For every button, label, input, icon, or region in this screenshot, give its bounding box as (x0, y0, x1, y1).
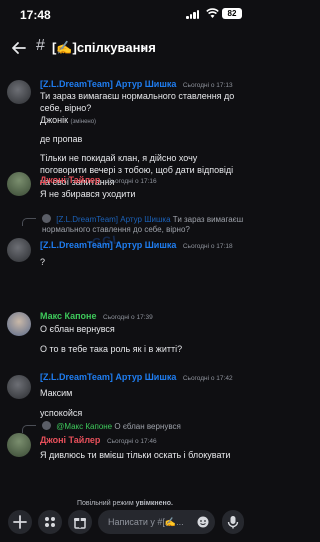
message-author[interactable]: Джоні Тайлер (40, 435, 100, 445)
reply-connector (22, 425, 36, 433)
message-line: О то в тебе така роль як і в житті? (40, 344, 183, 354)
avatar[interactable] (7, 312, 31, 336)
avatar[interactable] (7, 433, 31, 457)
reply-avatar (42, 214, 51, 223)
message-line: Максим (40, 388, 73, 398)
status-time: 17:48 (20, 8, 51, 22)
reply-author: @Макс Капоне (56, 422, 113, 431)
avatar[interactable] (7, 172, 31, 196)
reply-text: О єблан вернувся (114, 422, 181, 431)
message-author[interactable]: [Z.L.DreamTeam] Артур Шишка (40, 372, 176, 382)
message-input[interactable]: Написати у #[✍️... (98, 510, 215, 534)
message-input-placeholder: Написати у #[✍️... (108, 517, 184, 527)
message-time: Сьогодні о 17:16 (106, 178, 157, 185)
message-author[interactable]: Джоні Тайлер (40, 175, 100, 185)
message-line: Ти зараз вимагаєш нормального ставлення … (40, 91, 235, 113)
signal-icon (186, 10, 200, 19)
plus-icon (13, 515, 27, 529)
message-time: Сьогодні о 17:18 (182, 243, 233, 250)
reply-connector (22, 218, 36, 226)
reply-preview[interactable]: [Z.L.DreamTeam] Артур Шишка Ти зараз вим… (42, 214, 247, 235)
battery-icon: 82 (222, 8, 242, 19)
wifi-icon (206, 8, 219, 18)
avatar[interactable] (7, 80, 31, 104)
edited-label: (змінено) (70, 119, 97, 125)
message-line: Джонік (40, 115, 69, 125)
status-bar: 17:48 82 (0, 0, 250, 30)
channel-header: # [✍️]спілкування › (0, 34, 250, 62)
message-author[interactable]: [Z.L.DreamTeam] Артур Шишка (40, 79, 176, 89)
message-line: ? (40, 257, 46, 267)
reply-author: [Z.L.DreamTeam] Артур Шишка (56, 215, 171, 224)
microphone-icon (227, 516, 239, 529)
message-line: успокойся (40, 408, 83, 418)
message-composer: Написати у #[✍️... (0, 506, 250, 542)
message-time: Сьогодні о 17:13 (182, 82, 233, 89)
channel-title[interactable]: [✍️]спілкування (52, 40, 156, 56)
avatar[interactable] (7, 375, 31, 399)
emoji-icon[interactable] (197, 516, 209, 528)
add-attachment-button[interactable] (8, 510, 32, 534)
channel-hash-icon: # (36, 37, 45, 54)
apps-icon (45, 517, 55, 527)
message-line: де пропав (40, 134, 83, 144)
message-time: Сьогодні о 17:42 (182, 375, 233, 382)
message-line: Я дивлюсь ти вмієш тільки оскать і блоку… (40, 450, 231, 460)
message-time: Сьогодні о 17:46 (106, 438, 157, 445)
message-time: Сьогодні о 17:39 (103, 314, 153, 321)
back-arrow-icon[interactable] (10, 39, 28, 57)
message-line: Я не збирався уходити (40, 189, 136, 199)
message-author[interactable]: [Z.L.DreamTeam] Артур Шишка (40, 240, 176, 250)
message-text: Ти зараз вимагаєш нормального ставлення … (40, 90, 245, 114)
chevron-right-icon[interactable]: › (142, 39, 147, 55)
avatar[interactable] (7, 238, 31, 262)
gift-icon (74, 518, 86, 529)
reply-preview[interactable]: @Макс Капоне О єблан вернувся (42, 421, 247, 432)
reply-avatar (42, 421, 51, 430)
message-author[interactable]: Макс Капоне (40, 311, 97, 321)
message-line: О єблан вернувся (40, 324, 115, 334)
apps-button[interactable] (38, 510, 62, 534)
gift-button[interactable] (68, 510, 92, 534)
voice-message-button[interactable] (222, 510, 244, 534)
